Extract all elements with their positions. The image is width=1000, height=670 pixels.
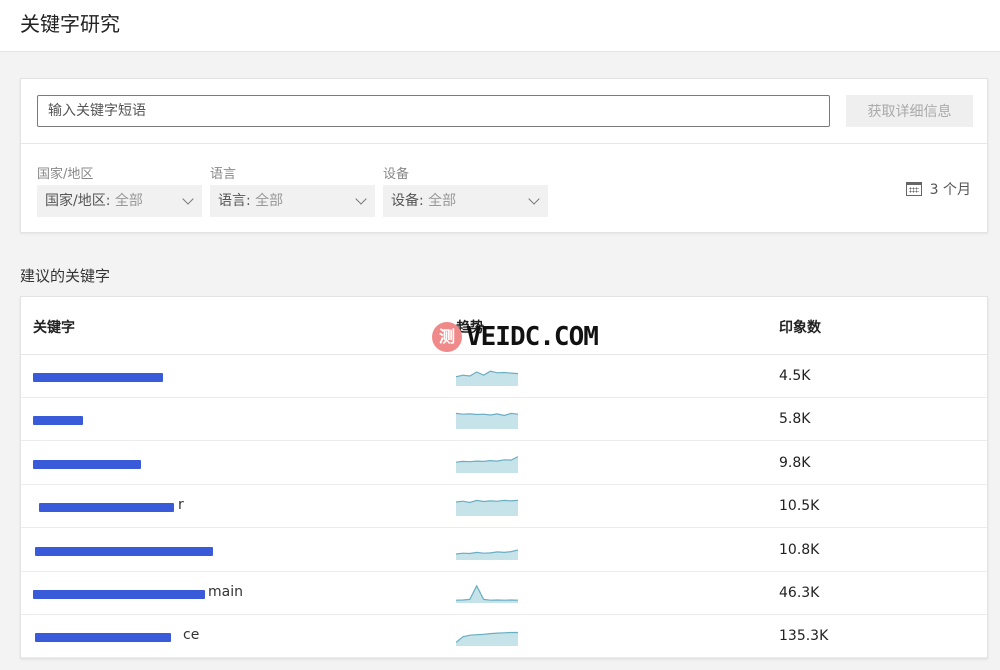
chevron-down-icon [355, 193, 367, 205]
device-filter: 设备 设备: 全部 [383, 163, 548, 217]
watermark-text: VEIDC.COM [466, 322, 599, 352]
language-select-prefix: 语言: [218, 193, 256, 209]
language-filter-label: 语言 [210, 167, 237, 182]
table-row[interactable]: main 46.3K [21, 572, 987, 615]
device-select-value: 全部 [428, 193, 457, 209]
language-select[interactable]: 语言: 全部 [210, 185, 375, 217]
redaction-bar [33, 459, 141, 469]
calendar-icon [905, 182, 922, 196]
impressions-value: 9.8K [779, 454, 811, 471]
country-filter-label: 国家/地区 [37, 167, 94, 182]
redaction-bar [35, 633, 171, 643]
country-select-prefix: 国家/地区: [45, 193, 115, 209]
table-row[interactable]: r 10.5K [21, 485, 987, 529]
country-select-value: 全部 [114, 193, 143, 209]
trend-sparkline [456, 549, 518, 560]
trend-sparkline [456, 413, 518, 430]
country-filter: 国家/地区 国家/地区: 全部 [37, 163, 202, 217]
table-row[interactable]: ce 135.3K [21, 615, 987, 659]
impressions-value: 4.5K [779, 368, 811, 384]
keyword-link[interactable]: main [208, 584, 243, 602]
chevron-down-icon [182, 193, 194, 205]
redaction-bar [33, 416, 83, 426]
trend-sparkline [456, 632, 518, 647]
watermark: 测 VEIDC.COM [432, 322, 599, 352]
keyword-link[interactable]: ce [183, 627, 199, 645]
trend-sparkline [456, 455, 518, 473]
table-row[interactable]: 4.5K [21, 355, 987, 398]
sparkline-area [456, 456, 518, 473]
language-filter: 语言 语言: 全部 [210, 163, 375, 217]
language-select-value: 全部 [255, 193, 284, 209]
device-filter-label: 设备 [383, 167, 410, 182]
redaction-bar [35, 546, 213, 556]
device-select-prefix: 设备: [391, 193, 429, 209]
period-label: 3 个月 [929, 182, 971, 198]
table-row[interactable]: 10.8K [21, 529, 987, 572]
impressions-value: 10.5K [779, 498, 820, 515]
column-header-keyword[interactable]: 关键字 [33, 317, 75, 337]
redaction-bar [33, 373, 163, 382]
trend-sparkline [456, 370, 518, 386]
redaction-bar [39, 503, 174, 513]
table-row[interactable]: 5.8K [21, 398, 987, 442]
get-details-button[interactable]: 获取详细信息 [846, 95, 973, 127]
page-title: 关键字研究 [20, 12, 120, 36]
chevron-down-icon [528, 193, 540, 205]
impressions-value: 46.3K [779, 585, 820, 601]
country-select[interactable]: 国家/地区: 全部 [37, 185, 202, 217]
period-selector[interactable]: 3 个月 [905, 179, 971, 199]
impressions-value: 135.3K [779, 628, 829, 645]
table-row[interactable]: 9.8K [21, 442, 987, 485]
sparkline-line [456, 584, 518, 601]
device-select[interactable]: 设备: 全部 [383, 185, 548, 217]
sparkline-area [456, 500, 518, 517]
trend-sparkline [456, 499, 518, 517]
suggestions-title: 建议的关键字 [20, 267, 111, 285]
impressions-value: 5.8K [779, 411, 811, 428]
trend-sparkline [456, 584, 518, 603]
sparkline-area [456, 413, 518, 430]
redaction-bar [33, 590, 205, 599]
card-divider [21, 143, 987, 144]
keyword-link[interactable]: r [178, 497, 184, 515]
column-header-impressions[interactable]: 印象数 [779, 317, 821, 337]
watermark-badge: 测 [432, 322, 462, 352]
keyword-search-input[interactable] [37, 95, 830, 127]
search-card: 获取详细信息 国家/地区 国家/地区: 全部 语言 语言: 全部 设备 设备: … [20, 78, 988, 233]
impressions-value: 10.8K [779, 541, 820, 558]
page-header: 关键字研究 [0, 0, 1000, 52]
